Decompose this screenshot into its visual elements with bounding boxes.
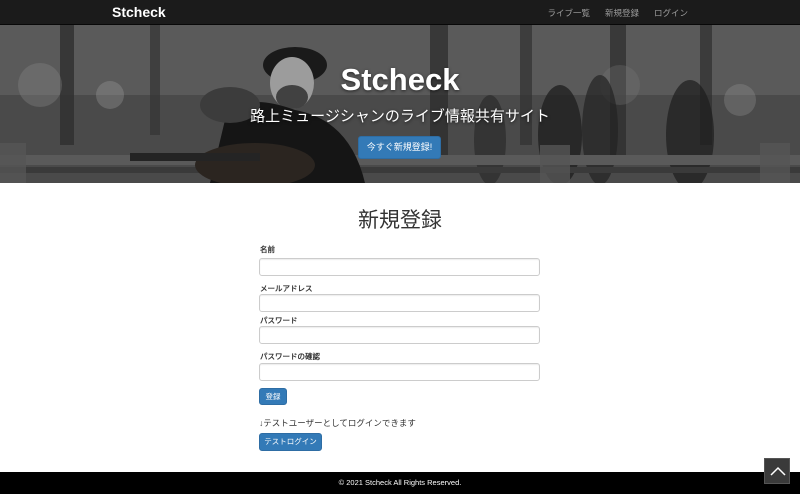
nav-link-login[interactable]: ログイン xyxy=(654,7,688,19)
test-login-button[interactable]: テストログイン xyxy=(259,433,322,451)
hero-banner: Stcheck 路上ミュージシャンのライブ情報共有サイト 今すぐ新規登録! xyxy=(0,25,800,183)
nav-link-live-list[interactable]: ライブ一覧 xyxy=(547,7,590,19)
navbar: Stcheck ライブ一覧 新規登録 ログイン xyxy=(0,0,800,25)
email-label: メールアドレス xyxy=(260,284,313,293)
register-button[interactable]: 登録 xyxy=(259,388,287,405)
nav-link-signup[interactable]: 新規登録 xyxy=(605,7,639,19)
chevron-up-icon xyxy=(770,466,786,476)
hero-background-photo xyxy=(0,25,800,183)
password-confirm-label: パスワードの確認 xyxy=(260,352,320,361)
brand-logo[interactable]: Stcheck xyxy=(112,4,166,20)
name-label: 名前 xyxy=(260,245,275,254)
hero-subtitle: 路上ミュージシャンのライブ情報共有サイト xyxy=(250,108,550,125)
footer: © 2021 Stcheck All Rights Reserved. xyxy=(0,472,800,494)
password-input[interactable] xyxy=(259,326,540,344)
scroll-to-top-button[interactable] xyxy=(764,458,790,484)
password-label: パスワード xyxy=(260,316,298,325)
form-title: 新規登録 xyxy=(358,209,442,232)
signup-cta-button[interactable]: 今すぐ新規登録! xyxy=(358,136,441,159)
nav-links: ライブ一覧 新規登録 ログイン xyxy=(532,0,688,25)
email-input[interactable] xyxy=(259,294,540,312)
copyright-text: © 2021 Stcheck All Rights Reserved. xyxy=(338,478,462,487)
hero-title: Stcheck xyxy=(340,62,460,97)
test-user-hint: ↓テストユーザーとしてログインできます xyxy=(259,418,416,428)
name-input[interactable] xyxy=(259,258,540,276)
password-confirm-input[interactable] xyxy=(259,363,540,381)
